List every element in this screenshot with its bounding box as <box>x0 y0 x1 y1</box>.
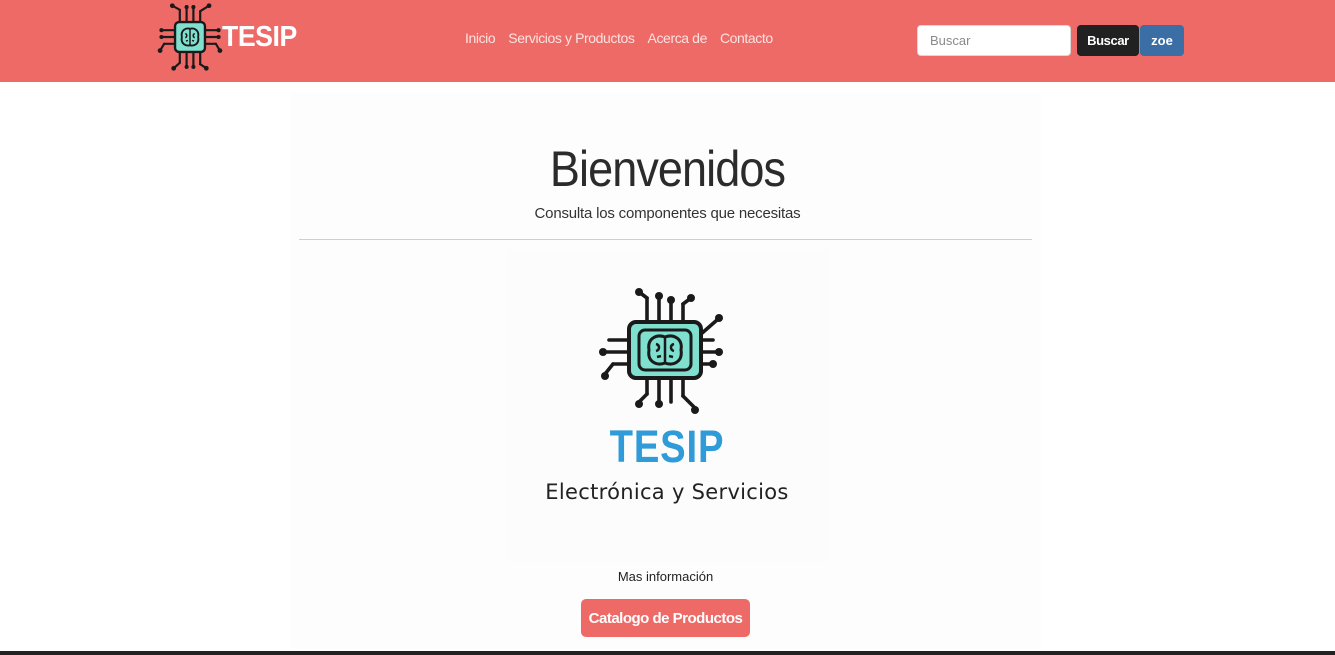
chip-brain-icon <box>157 3 223 71</box>
brand-link[interactable]: TESIP <box>156 3 303 71</box>
main-nav: Inicio Servicios y Productos Acerca de C… <box>465 30 786 46</box>
page-title: Bienvenidos <box>549 141 786 197</box>
logo-brand-text: TESIP <box>609 421 725 472</box>
nav-link-servicios-productos[interactable]: Servicios y Productos <box>508 30 635 46</box>
nav-link-contacto[interactable]: Contacto <box>720 30 773 46</box>
nav-link-acerca-de[interactable]: Acerca de <box>648 30 708 46</box>
search-input[interactable] <box>917 25 1071 56</box>
logo-tagline: Electrónica y Servicios <box>545 480 789 504</box>
search-button[interactable]: Buscar <box>1077 25 1139 56</box>
user-button[interactable]: zoe <box>1140 25 1184 56</box>
brand-name: TESIP <box>222 20 297 53</box>
more-info-link[interactable]: Mas información <box>0 569 1331 584</box>
divider <box>299 239 1032 240</box>
nav-link-inicio[interactable]: Inicio <box>465 30 496 46</box>
tesip-logo-image: TESIP Electrónica y Servicios <box>506 250 828 562</box>
catalog-button[interactable]: Catalogo de Productos <box>581 599 750 637</box>
page-subtitle: Consulta los componentes que necesitas <box>534 205 801 222</box>
navbar: TESIP Inicio Servicios y Productos Acerc… <box>0 0 1335 82</box>
chip-brain-icon <box>599 288 723 414</box>
footer <box>0 651 1335 655</box>
